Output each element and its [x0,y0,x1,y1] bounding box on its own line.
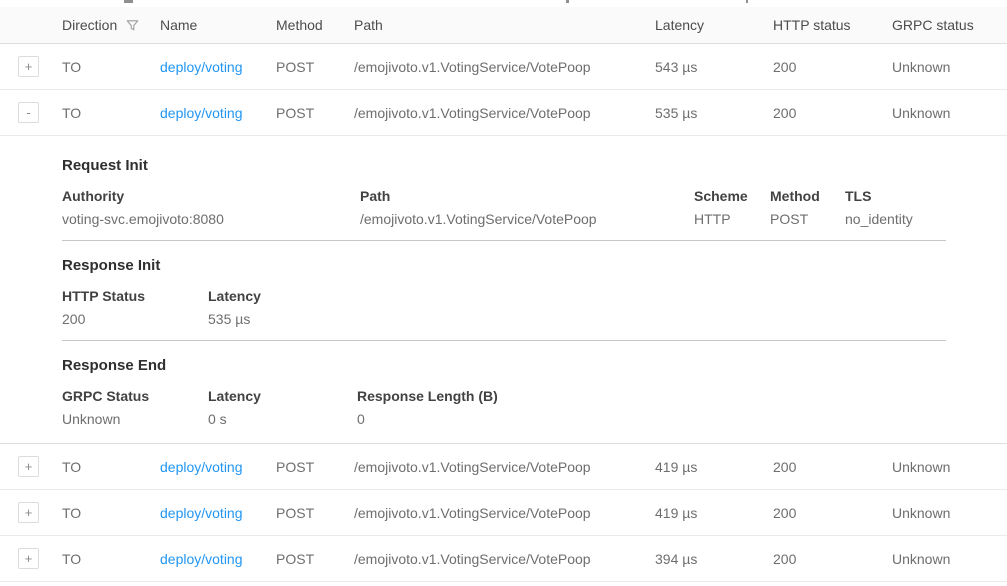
clipped-text-fragment [566,0,569,3]
section-title: Response Init [62,257,946,274]
cell-grpc-status: Unknown [892,105,1007,121]
field-value: 200 [62,311,208,327]
field-latency: Latency 535 µs [208,288,946,327]
table-row: + TO deploy/voting POST /emojivoto.v1.Vo… [0,444,1007,490]
field-value: voting-svc.emojivoto:8080 [62,211,360,227]
cell-http-status: 200 [773,505,892,521]
cell-grpc-status: Unknown [892,459,1007,475]
cell-path: /emojivoto.v1.VotingService/VotePoop [354,59,655,75]
cell-direction: TO [62,59,160,75]
expand-row-button[interactable]: + [18,456,39,477]
resource-link[interactable]: deploy/voting [160,505,243,521]
field-grpc-status: GRPC Status Unknown [62,388,208,427]
cell-direction: TO [62,105,160,121]
cell-http-status: 200 [773,59,892,75]
response-init-section: Response Init HTTP Status 200 Latency 53… [62,257,946,341]
cell-http-status: 200 [773,105,892,121]
table-row: + TO deploy/voting POST /emojivoto.v1.Vo… [0,490,1007,536]
field-label: TLS [845,188,946,204]
collapse-row-button[interactable]: - [18,102,39,123]
cell-latency: 394 µs [655,551,773,567]
field-latency: Latency 0 s [208,388,357,427]
cell-latency: 543 µs [655,59,773,75]
cell-grpc-status: Unknown [892,59,1007,75]
field-label: Path [360,188,694,204]
field-label: GRPC Status [62,388,208,404]
field-value: Unknown [62,411,208,427]
request-detail-panel: Request Init Authority voting-svc.emojiv… [0,136,1007,444]
cell-http-status: 200 [773,551,892,567]
field-label: Scheme [694,188,770,204]
field-value: POST [770,211,845,227]
response-end-section: Response End GRPC Status Unknown Latency… [62,357,946,443]
clipped-row-above [0,0,1007,7]
cell-latency: 419 µs [655,505,773,521]
cell-grpc-status: Unknown [892,551,1007,567]
field-authority: Authority voting-svc.emojivoto:8080 [62,188,360,227]
header-direction: Direction [62,17,160,33]
table-row: + TO deploy/voting POST /emojivoto.v1.Vo… [0,536,1007,582]
field-value: /emojivoto.v1.VotingService/VotePoop [360,211,694,227]
cell-path: /emojivoto.v1.VotingService/VotePoop [354,551,655,567]
header-direction-label: Direction [62,17,117,33]
field-tls: TLS no_identity [845,188,946,227]
cell-latency: 419 µs [655,459,773,475]
tap-table-page: Direction Name Method Path Latency HTTP … [0,0,1007,586]
table-header-row: Direction Name Method Path Latency HTTP … [0,7,1007,44]
clipped-text-fragment [124,0,133,3]
header-method: Method [276,17,354,33]
cell-method: POST [276,505,354,521]
cell-path: /emojivoto.v1.VotingService/VotePoop [354,459,655,475]
cell-direction: TO [62,459,160,475]
request-init-section: Request Init Authority voting-svc.emojiv… [62,157,946,241]
cell-method: POST [276,459,354,475]
cell-path: /emojivoto.v1.VotingService/VotePoop [354,105,655,121]
field-label: HTTP Status [62,288,208,304]
cell-path: /emojivoto.v1.VotingService/VotePoop [354,505,655,521]
expand-row-button[interactable]: + [18,502,39,523]
field-label: Response Length (B) [357,388,946,404]
section-title: Request Init [62,157,946,174]
cell-method: POST [276,59,354,75]
cell-method: POST [276,551,354,567]
field-value: 535 µs [208,311,946,327]
cell-http-status: 200 [773,459,892,475]
section-title: Response End [62,357,946,374]
clipped-text-fragment [746,0,748,3]
field-label: Method [770,188,845,204]
resource-link[interactable]: deploy/voting [160,459,243,475]
cell-direction: TO [62,505,160,521]
field-response-length: Response Length (B) 0 [357,388,946,427]
field-label: Authority [62,188,360,204]
field-http-status: HTTP Status 200 [62,288,208,327]
field-value: 0 s [208,411,357,427]
table-row: + TO deploy/voting POST /emojivoto.v1.Vo… [0,44,1007,90]
resource-link[interactable]: deploy/voting [160,551,243,567]
header-http-status: HTTP status [773,17,892,33]
cell-direction: TO [62,551,160,567]
resource-link[interactable]: deploy/voting [160,105,243,121]
header-grpc-status: GRPC status [892,17,1007,33]
field-value: HTTP [694,211,770,227]
filter-icon[interactable] [126,19,139,32]
expand-row-button[interactable]: + [18,548,39,569]
field-value: 0 [357,411,946,427]
field-label: Latency [208,288,946,304]
table-row-expanded: - TO deploy/voting POST /emojivoto.v1.Vo… [0,90,1007,136]
resource-link[interactable]: deploy/voting [160,59,243,75]
field-path: Path /emojivoto.v1.VotingService/VotePoo… [360,188,694,227]
field-label: Latency [208,388,357,404]
field-method: Method POST [770,188,845,227]
header-path: Path [354,17,655,33]
field-scheme: Scheme HTTP [694,188,770,227]
cell-method: POST [276,105,354,121]
field-value: no_identity [845,211,946,227]
cell-grpc-status: Unknown [892,505,1007,521]
expand-row-button[interactable]: + [18,56,39,77]
header-latency: Latency [655,17,773,33]
cell-latency: 535 µs [655,105,773,121]
header-name: Name [160,17,276,33]
